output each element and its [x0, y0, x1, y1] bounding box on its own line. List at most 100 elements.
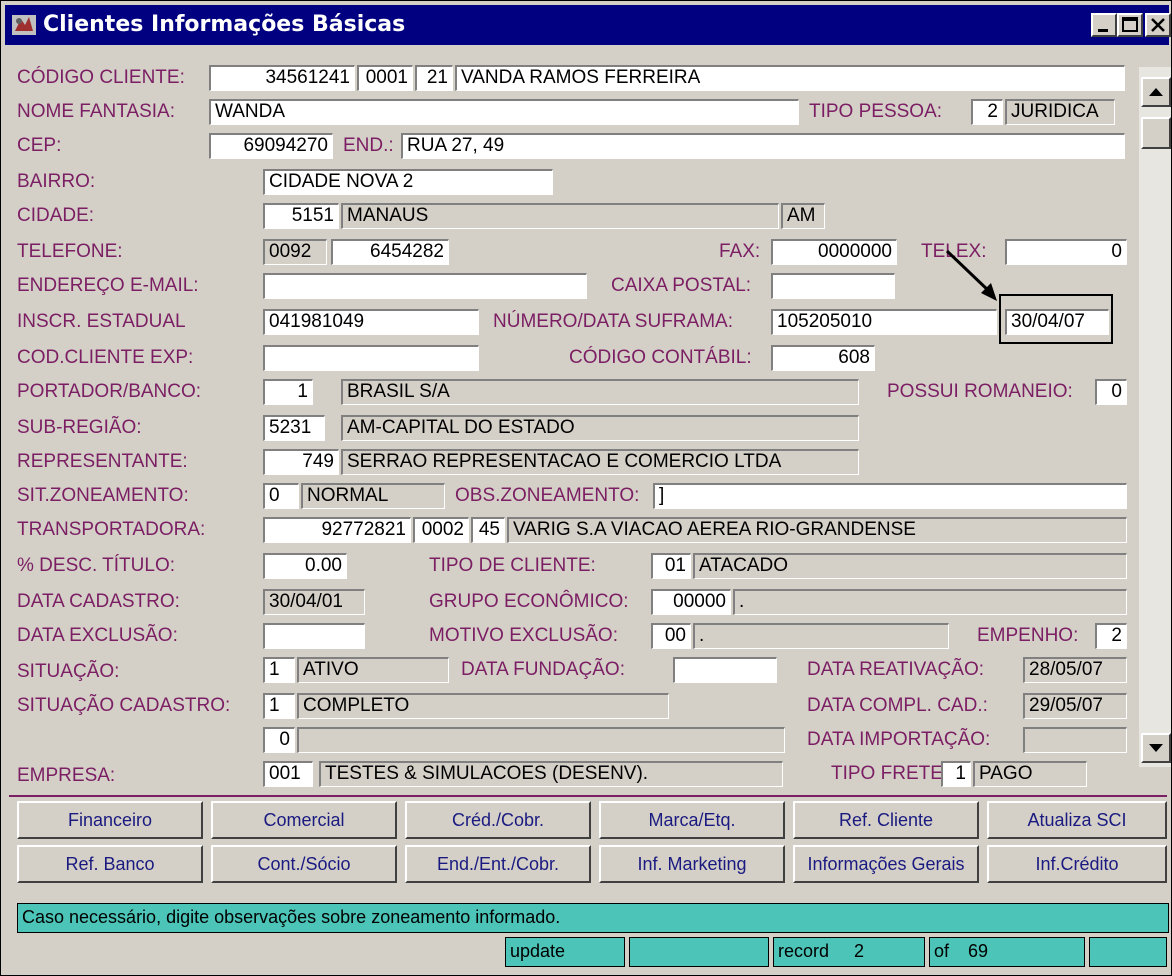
inscr-estadual-field[interactable]: 041981049 — [263, 309, 479, 335]
status-of-label: of — [934, 941, 950, 961]
codigo-cliente-filial-field[interactable]: 0001 — [357, 65, 413, 91]
scroll-thumb[interactable] — [1141, 117, 1171, 149]
telefone-number-field[interactable]: 6454282 — [331, 239, 449, 265]
scroll-up-button[interactable] — [1141, 77, 1171, 107]
informacoes-gerais-button[interactable]: Informações Gerais — [793, 845, 979, 883]
ref-cliente-button[interactable]: Ref. Cliente — [793, 801, 979, 839]
codigo-contabil-field[interactable]: 608 — [771, 345, 875, 371]
nome-fantasia-label: NOME FANTASIA: — [17, 101, 176, 122]
extra-code-field[interactable]: 0 — [263, 727, 295, 753]
scroll-up-icon — [1149, 88, 1163, 96]
data-cadastro-label: DATA CADASTRO: — [17, 591, 180, 612]
possui-romaneio-label: POSSUI ROMANEIO: — [887, 381, 1073, 402]
comercial-button[interactable]: Comercial — [211, 801, 397, 839]
motivo-exclusao-code-field[interactable]: 00 — [651, 623, 691, 649]
transportadora-digito-field[interactable]: 45 — [471, 517, 505, 543]
status-total-number: 69 — [968, 941, 989, 961]
sit-zoneamento-code-field[interactable]: 0 — [263, 483, 299, 509]
cidade-code-field[interactable]: 5151 — [263, 203, 339, 229]
email-field[interactable] — [263, 273, 587, 299]
caixa-postal-label: CAIXA POSTAL: — [611, 275, 752, 296]
data-compl-cad-label: DATA COMPL. CAD.: — [807, 695, 988, 716]
sub-regiao-name-field: AM-CAPITAL DO ESTADO — [341, 415, 859, 441]
transportadora-name-field: VARIG S.A VIACAO AEREA RIO-GRANDENSE — [507, 517, 1127, 543]
fax-field[interactable]: 0000000 — [771, 239, 897, 265]
empresa-name-field: TESTES & SIMULACOES (DESENV). — [319, 761, 783, 787]
transportadora-filial-field[interactable]: 0002 — [413, 517, 469, 543]
inscr-estadual-label: INSCR. ESTADUAL — [17, 311, 186, 332]
close-button[interactable] — [1145, 13, 1171, 37]
data-exclusao-field[interactable] — [263, 623, 365, 649]
desc-titulo-label: % DESC. TÍTULO: — [17, 555, 176, 576]
tipo-pessoa-code-field[interactable]: 2 — [971, 99, 1003, 125]
nome-fantasia-field[interactable]: WANDA — [209, 99, 799, 125]
empenho-field[interactable]: 2 — [1095, 623, 1127, 649]
tipo-frete-code-field[interactable]: 1 — [941, 761, 971, 787]
data-reativacao-field: 28/05/07 — [1023, 657, 1127, 683]
grupo-economico-code-field[interactable]: 00000 — [651, 589, 731, 615]
cod-cliente-exp-field[interactable] — [263, 345, 479, 371]
title-bar: Clientes Informações Básicas — [5, 5, 1171, 45]
data-exclusao-label: DATA EXCLUSÃO: — [17, 625, 178, 646]
representante-code-field[interactable]: 749 — [263, 449, 339, 475]
cep-field[interactable]: 69094270 — [209, 133, 333, 159]
tipo-cliente-desc-field: ATACADO — [693, 553, 1127, 579]
data-importacao-label: DATA IMPORTAÇÃO: — [807, 729, 991, 750]
portador-name-field: BRASIL S/A — [341, 379, 859, 405]
codigo-contabil-label: CÓDIGO CONTÁBIL: — [569, 347, 752, 368]
desc-titulo-field[interactable]: 0.00 — [263, 553, 347, 579]
minimize-button[interactable] — [1091, 13, 1117, 37]
annotation-highlight-box — [999, 294, 1113, 344]
cidade-uf-field: AM — [781, 203, 825, 229]
codigo-cliente-nome-field[interactable]: VANDA RAMOS FERREIRA — [455, 65, 1125, 91]
obs-zoneamento-label: OBS.ZONEAMENTO: — [455, 485, 640, 506]
maximize-button[interactable] — [1117, 13, 1143, 37]
caixa-postal-field[interactable] — [771, 273, 895, 299]
motivo-exclusao-desc-field: . — [693, 623, 949, 649]
empenho-label: EMPENHO: — [977, 625, 1079, 646]
suframa-numero-field[interactable]: 105205010 — [771, 309, 997, 335]
obs-zoneamento-field[interactable]: ] — [653, 483, 1127, 509]
situacao-cadastro-code-field[interactable]: 1 — [263, 693, 295, 719]
financeiro-button[interactable]: Financeiro — [17, 801, 203, 839]
inf-marketing-button[interactable]: Inf. Marketing — [599, 845, 785, 883]
tipo-frete-label: TIPO FRETE: — [831, 763, 949, 784]
portador-code-field[interactable]: 1 — [263, 379, 313, 405]
tipo-cliente-code-field[interactable]: 01 — [651, 553, 691, 579]
suframa-label: NÚMERO/DATA SUFRAMA: — [493, 311, 733, 332]
data-fundacao-label: DATA FUNDAÇÃO: — [461, 659, 625, 680]
scroll-down-button[interactable] — [1141, 733, 1171, 763]
vertical-scrollbar[interactable] — [1139, 67, 1171, 767]
endereco-field[interactable]: RUA 27, 49 — [401, 133, 1125, 159]
sub-regiao-label: SUB-REGIÃO: — [17, 417, 142, 438]
end-ent-cobr-button[interactable]: End./Ent./Cobr. — [405, 845, 591, 883]
representante-name-field: SERRAO REPRESENTACAO E COMERCIO LTDA — [341, 449, 859, 475]
bairro-field[interactable]: CIDADE NOVA 2 — [263, 169, 553, 195]
marca-etq-button[interactable]: Marca/Etq. — [599, 801, 785, 839]
status-message: Caso necessário, digite observações sobr… — [17, 903, 1169, 933]
cred-cobr-button[interactable]: Créd./Cobr. — [405, 801, 591, 839]
email-label: ENDEREÇO E-MAIL: — [17, 275, 199, 296]
empresa-code-field[interactable]: 001 — [263, 761, 313, 787]
grupo-economico-desc-field: . — [733, 589, 1127, 615]
app-icon[interactable] — [11, 13, 37, 37]
situacao-code-field[interactable]: 1 — [263, 657, 295, 683]
possui-romaneio-field[interactable]: 0 — [1095, 379, 1127, 405]
sub-regiao-code-field[interactable]: 5231 — [263, 415, 325, 441]
atualiza-sci-button[interactable]: Atualiza SCI — [987, 801, 1167, 839]
telefone-ddd-field[interactable]: 0092 — [263, 239, 327, 265]
transportadora-cnpj-field[interactable]: 92772821 — [263, 517, 411, 543]
bairro-label: BAIRRO: — [17, 171, 96, 192]
cidade-label: CIDADE: — [17, 205, 95, 226]
maximize-icon — [1122, 17, 1138, 32]
inf-credito-button[interactable]: Inf.Crédito — [987, 845, 1167, 883]
sit-zoneamento-label: SIT.ZONEAMENTO: — [17, 485, 189, 506]
codigo-cliente-digito-field[interactable]: 21 — [415, 65, 453, 91]
tipo-pessoa-label: TIPO PESSOA: — [809, 101, 943, 122]
data-fundacao-field[interactable] — [673, 657, 777, 683]
situacao-desc-field: ATIVO — [297, 657, 449, 683]
cont-socio-button[interactable]: Cont./Sócio — [211, 845, 397, 883]
telex-field[interactable]: 0 — [1005, 239, 1127, 265]
codigo-cliente-cnpj-field[interactable]: 34561241 — [209, 65, 355, 91]
ref-banco-button[interactable]: Ref. Banco — [17, 845, 203, 883]
